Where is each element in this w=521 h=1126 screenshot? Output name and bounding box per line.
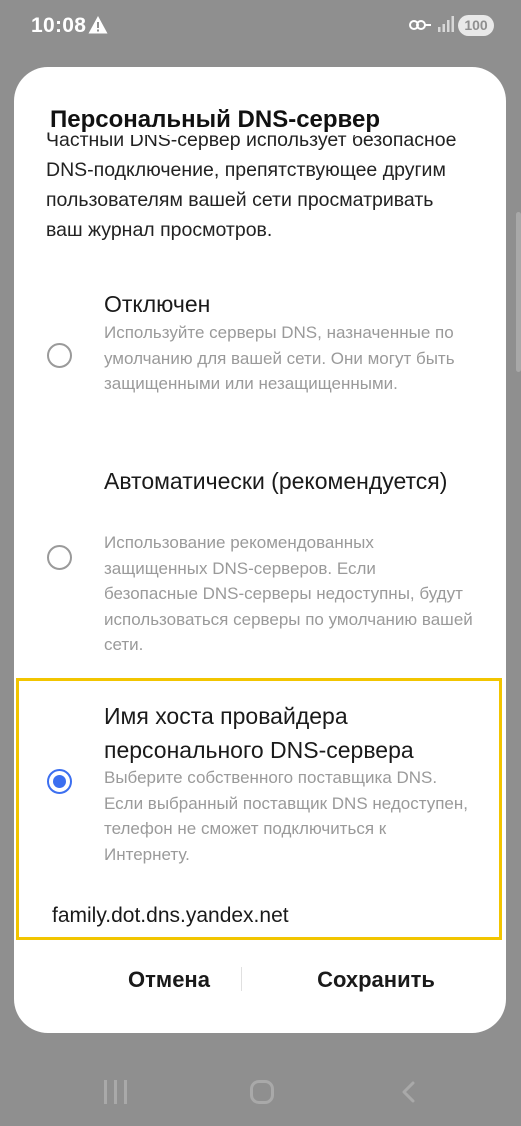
status-bar: 10:08 100 xyxy=(0,0,521,56)
option-description: Использование рекомендованных защищенных… xyxy=(104,533,473,654)
radio-button[interactable] xyxy=(47,545,72,570)
cancel-button[interactable]: Отмена xyxy=(94,963,244,997)
back-icon[interactable] xyxy=(399,1081,419,1103)
dns-hostname-input[interactable] xyxy=(52,904,472,928)
recent-apps-icon[interactable] xyxy=(104,1080,130,1104)
radio-button-selected[interactable] xyxy=(47,769,72,794)
dialog-intro-text: Частный DNS-сервер использует безопасное… xyxy=(46,129,457,241)
option-title: Имя хоста провайдера персонального DNS-с… xyxy=(104,703,414,763)
navigation-bar xyxy=(0,1050,521,1126)
option-off[interactable]: Отключен Используйте серверы DNS, назнач… xyxy=(14,287,506,427)
option-title: Отключен xyxy=(104,291,211,317)
option-hostname[interactable]: Имя хоста провайдера персонального DNS-с… xyxy=(14,699,506,939)
private-dns-dialog: Персональный DNS-сервер Частный DNS-серв… xyxy=(14,67,506,1033)
key-icon xyxy=(409,20,431,30)
warning-icon xyxy=(88,16,108,34)
option-description: Выберите собственного поставщика DNS. Ес… xyxy=(104,768,468,864)
battery-indicator: 100 xyxy=(458,15,494,36)
option-description: Используйте серверы DNS, назначенные по … xyxy=(104,323,455,393)
signal-icon xyxy=(438,16,454,32)
radio-button[interactable] xyxy=(47,343,72,368)
status-time: 10:08 xyxy=(31,14,87,37)
home-icon[interactable] xyxy=(250,1080,274,1104)
save-button[interactable]: Сохранить xyxy=(276,963,476,997)
background-scrollbar xyxy=(516,212,521,372)
dialog-title: Персональный DNS-сервер xyxy=(50,105,386,135)
option-title: Автоматически (рекомендуется) xyxy=(104,468,448,494)
option-automatic[interactable]: Автоматически (рекомендуется) Использова… xyxy=(14,464,506,664)
button-divider xyxy=(241,967,242,991)
